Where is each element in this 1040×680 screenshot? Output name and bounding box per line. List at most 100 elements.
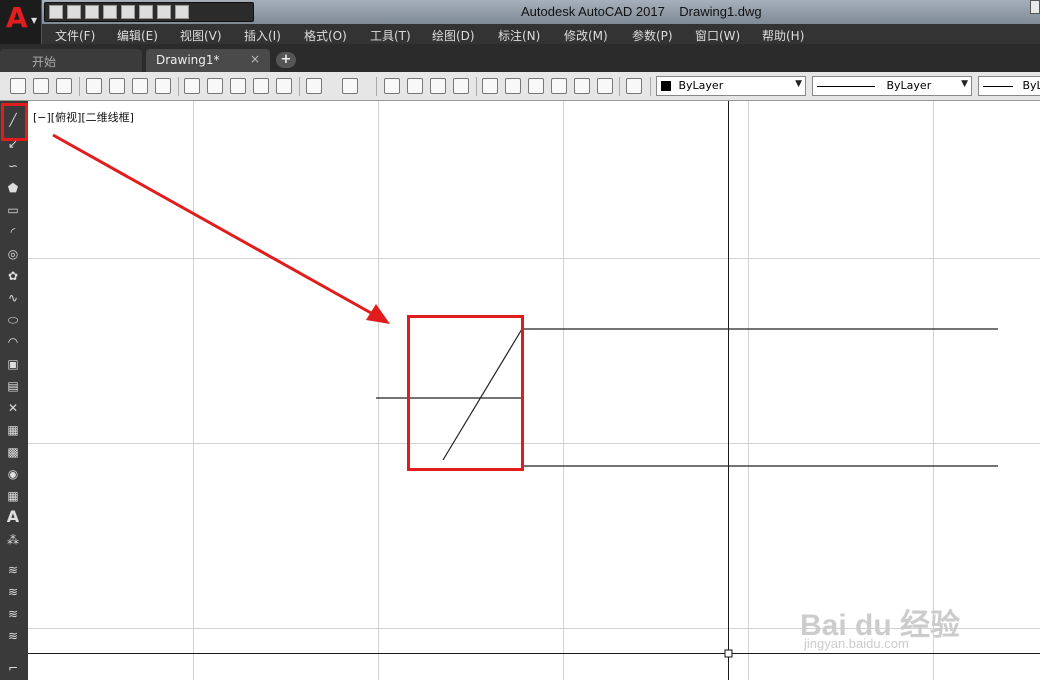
layer-state-icon[interactable]: ≋: [5, 585, 21, 599]
drawing-canvas[interactable]: [28, 101, 1040, 680]
ellipse-arc-icon[interactable]: ◠: [5, 335, 21, 349]
menu-dimension[interactable]: 标注(N): [498, 27, 540, 44]
chevron-down-icon: ▼: [961, 79, 968, 89]
3d-print-icon[interactable]: [155, 78, 171, 94]
block-editor-icon[interactable]: [276, 78, 292, 94]
tab-start[interactable]: 开始: [0, 49, 142, 72]
menu-help[interactable]: 帮助(H): [762, 27, 804, 44]
chevron-down-icon: ▼: [31, 16, 38, 25]
save-icon[interactable]: [56, 78, 72, 94]
make-block-icon[interactable]: ▤: [5, 379, 21, 393]
new-file-icon[interactable]: [49, 5, 63, 19]
point-icon[interactable]: ✕: [5, 401, 21, 415]
menu-format[interactable]: 格式(O): [304, 27, 347, 44]
application-menu-button[interactable]: A ▼: [0, 0, 42, 44]
hatch-icon[interactable]: ▦: [5, 423, 21, 437]
ellipse-icon[interactable]: ⬭: [5, 313, 21, 327]
window-control-button[interactable]: [1030, 0, 1040, 14]
layer-lock-icon[interactable]: ≋: [5, 629, 21, 643]
menu-draw[interactable]: 绘图(D): [432, 27, 475, 44]
watermark-url: jingyan.baidu.com: [804, 636, 909, 651]
menu-insert[interactable]: 插入(I): [244, 27, 281, 44]
plot-icon[interactable]: [86, 78, 102, 94]
table-icon[interactable]: ▦: [5, 489, 21, 503]
design-center-icon[interactable]: [505, 78, 521, 94]
quick-access-toolbar: [44, 2, 254, 22]
menu-parameters[interactable]: 参数(P): [632, 27, 673, 44]
lineweight-sample: [983, 85, 1013, 87]
zoom-window-icon[interactable]: [430, 78, 446, 94]
line-tool-highlight: [1, 103, 28, 141]
qnew-icon[interactable]: [10, 78, 26, 94]
lineweight-dropdown-value: ByL: [1022, 79, 1040, 92]
sheet-set-icon[interactable]: [551, 78, 567, 94]
menu-file[interactable]: 文件(F): [55, 27, 95, 44]
save-as-icon[interactable]: [103, 5, 117, 19]
fillet-icon[interactable]: ⌐: [5, 661, 21, 675]
markup-icon[interactable]: [574, 78, 590, 94]
customize-qat-icon[interactable]: [175, 5, 189, 19]
toolbar-separator: [619, 77, 620, 96]
arc-icon[interactable]: ◜: [5, 225, 21, 239]
save-icon[interactable]: [85, 5, 99, 19]
menu-edit[interactable]: 编辑(E): [117, 27, 158, 44]
file-tab-bar: 开始 Drawing1* ×: [0, 44, 1040, 72]
close-icon[interactable]: ×: [250, 52, 260, 66]
properties-icon[interactable]: [482, 78, 498, 94]
window-title: Autodesk AutoCAD 2017 Drawing1.dwg: [521, 4, 762, 19]
open-file-icon[interactable]: [67, 5, 81, 19]
chevron-down-icon: ▼: [795, 79, 802, 89]
plot-preview-icon[interactable]: [109, 78, 125, 94]
copy-icon[interactable]: [207, 78, 223, 94]
menu-bar: 文件(F) 编辑(E) 视图(V) 插入(I) 格式(O) 工具(T) 绘图(D…: [42, 24, 1040, 44]
tab-drawing1[interactable]: Drawing1* ×: [146, 49, 270, 72]
menu-view[interactable]: 视图(V): [180, 27, 222, 44]
color-dropdown-value: ByLayer: [678, 79, 724, 92]
polygon-icon[interactable]: ⬟: [5, 181, 21, 195]
toolbar-separator: [299, 77, 300, 96]
gradient-icon[interactable]: ▩: [5, 445, 21, 459]
cut-icon[interactable]: [184, 78, 200, 94]
zoom-previous-icon[interactable]: [453, 78, 469, 94]
lineweight-dropdown[interactable]: ByL: [978, 76, 1040, 96]
region-icon[interactable]: ◉: [5, 467, 21, 481]
viewport-controls-label[interactable]: [−][俯视][二维线框]: [33, 109, 134, 125]
autocad-logo-icon: A: [6, 1, 28, 34]
tool-palettes-icon[interactable]: [528, 78, 544, 94]
spline-icon[interactable]: ∿: [5, 291, 21, 305]
quick-calc-icon[interactable]: [597, 78, 613, 94]
undo-icon[interactable]: [139, 5, 153, 19]
toolbar-separator: [178, 77, 179, 96]
multiline-text-icon[interactable]: A: [5, 509, 21, 525]
add-selected-icon[interactable]: ⁂: [5, 533, 21, 547]
toolbar-separator: [476, 77, 477, 96]
rectangle-icon[interactable]: ▭: [5, 203, 21, 217]
circle-icon[interactable]: ◎: [5, 247, 21, 261]
color-swatch: [661, 81, 671, 91]
new-tab-button[interactable]: +: [276, 52, 296, 68]
menu-tools[interactable]: 工具(T): [370, 27, 411, 44]
undo-icon[interactable]: [306, 78, 322, 94]
menu-modify[interactable]: 修改(M): [564, 27, 608, 44]
polyline-icon[interactable]: ∽: [5, 159, 21, 173]
insert-block-icon[interactable]: ▣: [5, 357, 21, 371]
linetype-dropdown[interactable]: ByLayer ▼: [812, 76, 972, 96]
draw-tool-palette: ╱ ↙ ∽ ⬟ ▭ ◜ ◎ ✿ ∿ ⬭ ◠ ▣ ▤ ✕ ▦ ▩ ◉ ▦ A ⁂ …: [0, 101, 28, 680]
redo-icon[interactable]: [157, 5, 171, 19]
redo-icon[interactable]: [342, 78, 358, 94]
pan-icon[interactable]: [384, 78, 400, 94]
open-icon[interactable]: [33, 78, 49, 94]
publish-icon[interactable]: [132, 78, 148, 94]
help-icon[interactable]: [626, 78, 642, 94]
paste-icon[interactable]: [230, 78, 246, 94]
print-icon[interactable]: [121, 5, 135, 19]
match-properties-icon[interactable]: [253, 78, 269, 94]
color-dropdown[interactable]: ByLayer ▼: [656, 76, 806, 96]
revision-cloud-icon[interactable]: ✿: [5, 269, 21, 283]
toolbar-separator: [79, 77, 80, 96]
layer-freeze-icon[interactable]: ≋: [5, 607, 21, 621]
menu-window[interactable]: 窗口(W): [695, 27, 740, 44]
linetype-sample: [817, 85, 875, 87]
layer-tool-icon[interactable]: ≋: [5, 563, 21, 577]
zoom-realtime-icon[interactable]: [407, 78, 423, 94]
